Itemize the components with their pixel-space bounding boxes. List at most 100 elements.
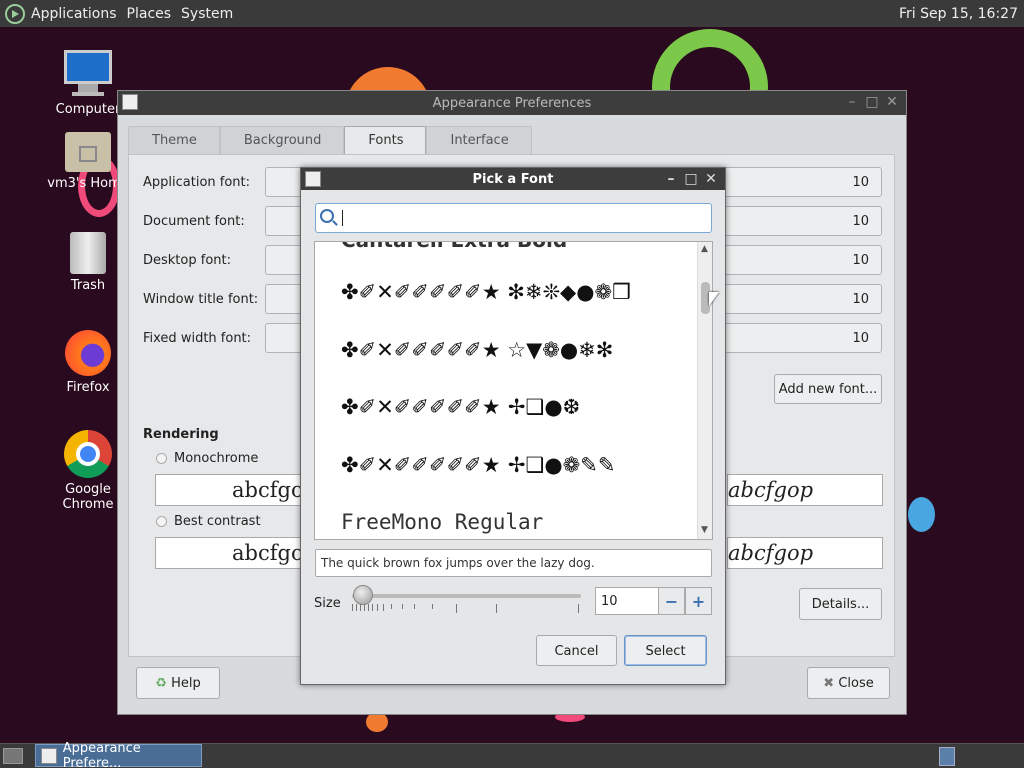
tab-interface[interactable]: Interface [426, 126, 532, 154]
tab-background[interactable]: Background [219, 126, 345, 154]
close-icon: ✖ [823, 676, 835, 691]
increase-size-button[interactable]: + [685, 587, 712, 615]
workspace-switcher[interactable] [939, 747, 955, 766]
maximize-icon[interactable]: □ [864, 94, 880, 110]
wallpaper-dot-icon [366, 712, 388, 732]
slider-tick [432, 604, 433, 609]
size-label: Size [314, 596, 341, 611]
slider-tick [391, 604, 392, 609]
search-icon-handle [332, 220, 338, 226]
font-search-field[interactable] [315, 203, 712, 233]
font-row-label: Application font: [143, 175, 251, 190]
best-contrast-label: Best contrast [174, 514, 261, 529]
computer-icon [64, 50, 112, 98]
font-list-item[interactable]: ✤✐✕✐✐✐✐✐★ ☆▼❁●❄✻ [341, 338, 613, 362]
slider-tick [368, 604, 369, 611]
slider-tick [364, 604, 365, 611]
menu-applications[interactable]: Applications [31, 6, 117, 22]
rendering-heading: Rendering [143, 427, 219, 442]
tab-theme[interactable]: Theme [128, 126, 220, 154]
monochrome-label: Monochrome [174, 451, 259, 466]
taskbar-window-label: Appearance Prefere... [62, 740, 141, 768]
menu-places[interactable]: Places [127, 6, 172, 22]
firefox-icon [65, 330, 111, 376]
slider-tick [578, 604, 579, 613]
font-list[interactable]: Cantarell Extra Bold ✤✐✕✐✐✐✐✐★ ✻❄❊◆●❁❒ ✤… [314, 241, 713, 540]
close-label: Close [838, 676, 874, 691]
window-title: Appearance Preferences [432, 95, 592, 111]
close-icon[interactable]: ✕ [884, 94, 900, 110]
help-label: Help [171, 676, 201, 691]
size-slider-track[interactable] [352, 594, 581, 598]
top-panel: Applications Places System Fri Sep 15, 1… [0, 0, 1024, 27]
dialog-title: Pick a Font [472, 171, 554, 187]
trash-icon [70, 232, 106, 274]
best-contrast-radio[interactable] [156, 516, 167, 527]
maximize-icon[interactable]: □ [683, 171, 699, 187]
font-preview-field[interactable]: The quick brown fox jumps over the lazy … [315, 549, 712, 577]
app-icon [122, 94, 138, 110]
monochrome-sample-right: abcfgop [727, 474, 883, 506]
pick-a-font-dialog: Pick a Font – □ ✕ Cantarell Extra Bold ✤… [300, 167, 726, 685]
add-new-font-button[interactable]: Add new font... [774, 374, 882, 404]
clock[interactable]: Fri Sep 15, 16:27 [899, 6, 1018, 22]
slider-tick [402, 604, 403, 609]
font-row-label: Desktop font: [143, 253, 231, 268]
font-size-value: 10 [852, 214, 869, 229]
size-spin-input[interactable]: 10 [595, 587, 659, 615]
font-size-value: 10 [852, 253, 869, 268]
app-icon [305, 171, 321, 187]
minus-icon: − [664, 591, 679, 611]
close-icon[interactable]: ✕ [703, 171, 719, 187]
sample-text: abcfgop [728, 478, 814, 502]
minimize-icon[interactable]: – [663, 171, 679, 187]
slider-tick [360, 604, 361, 611]
monochrome-radio[interactable] [156, 453, 167, 464]
size-slider-knob[interactable] [353, 585, 373, 605]
font-row-label: Window title font: [143, 292, 259, 307]
font-size-value: 10 [852, 175, 869, 190]
best-contrast-sample-left: abcfgop [155, 537, 317, 569]
scroll-down-icon[interactable]: ▼ [701, 525, 708, 535]
help-icon: ♻ [155, 676, 167, 691]
window-titlebar[interactable]: Appearance Preferences – □ ✕ [118, 91, 906, 115]
select-button[interactable]: Select [624, 635, 707, 666]
app-icon [41, 747, 57, 764]
cancel-button[interactable]: Cancel [536, 635, 617, 666]
font-size-value: 10 [852, 292, 869, 307]
slider-tick [383, 604, 384, 611]
font-list-item[interactable]: Cantarell Extra Bold [341, 242, 567, 252]
slider-tick [352, 604, 353, 611]
menu-system[interactable]: System [181, 6, 233, 22]
font-list-item[interactable]: ✤✐✕✐✐✐✐✐★ ✢❑●❆ [341, 395, 580, 419]
taskbar-window-button[interactable]: Appearance Prefere... [35, 740, 202, 768]
font-row-label: Fixed width font: [143, 331, 252, 346]
distro-logo-icon[interactable] [5, 3, 25, 24]
details-button[interactable]: Details... [799, 588, 882, 620]
plus-icon: + [691, 591, 706, 611]
wallpaper-dot-icon [908, 497, 935, 532]
font-list-scrollbar[interactable]: ▲ ▼ [697, 242, 712, 539]
dialog-titlebar[interactable]: Pick a Font – □ ✕ [301, 168, 725, 190]
font-row-label: Document font: [143, 214, 245, 229]
slider-tick [414, 604, 415, 609]
help-button[interactable]: ♻ Help [136, 667, 220, 699]
font-list-item[interactable]: FreeMono Regular [341, 510, 543, 534]
slider-tick [377, 604, 378, 611]
slider-tick [372, 604, 373, 611]
slider-tick [356, 604, 357, 611]
text-cursor [342, 210, 343, 226]
monochrome-sample-left: abcfgop [155, 474, 317, 506]
close-button[interactable]: ✖ Close [807, 667, 890, 699]
font-list-item[interactable]: ✤✐✕✐✐✐✐✐★ ✢❑●❁✎✎ [341, 453, 615, 477]
best-contrast-sample-right: abcfgop [727, 537, 883, 569]
tab-fonts[interactable]: Fonts [344, 126, 427, 154]
font-size-value: 10 [852, 331, 869, 346]
mouse-pointer-icon [709, 292, 719, 306]
decrease-size-button[interactable]: − [658, 587, 685, 615]
show-desktop-icon[interactable] [3, 748, 23, 764]
scroll-up-icon[interactable]: ▲ [701, 244, 708, 254]
home-folder-icon [65, 132, 111, 172]
minimize-icon[interactable]: – [844, 94, 860, 110]
font-list-item[interactable]: ✤✐✕✐✐✐✐✐★ ✻❄❊◆●❁❒ [341, 280, 631, 304]
